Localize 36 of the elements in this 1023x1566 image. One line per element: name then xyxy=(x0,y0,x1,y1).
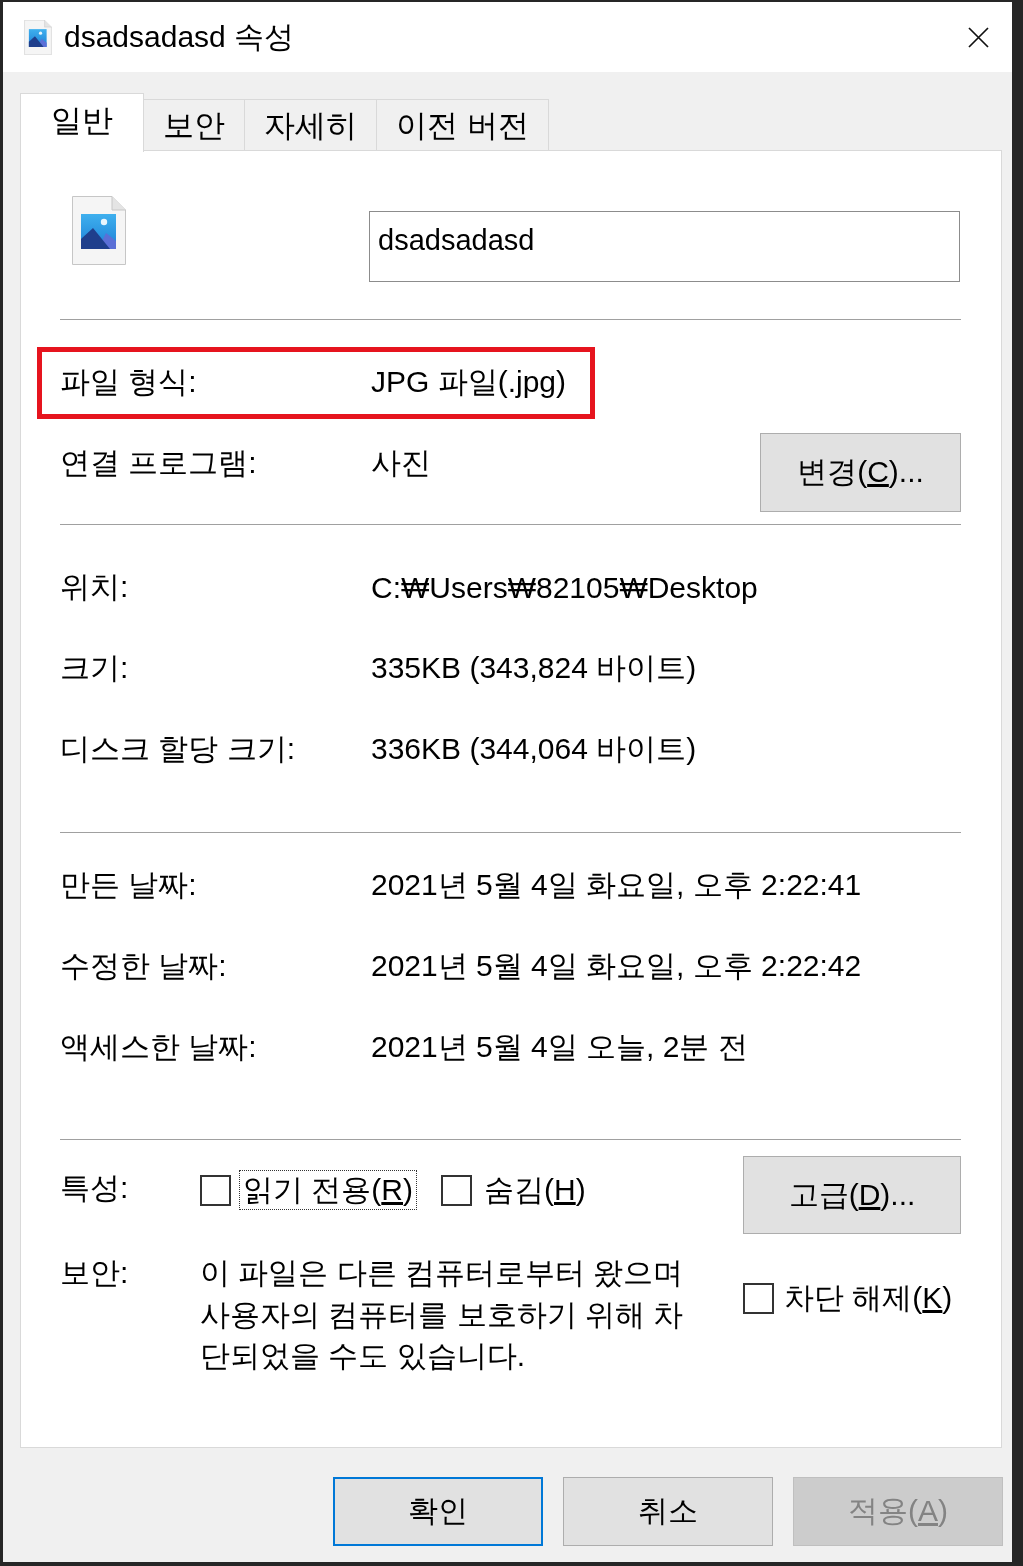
image-file-icon xyxy=(24,19,52,55)
field-value: C:₩Users₩82105₩Desktop xyxy=(371,570,758,605)
field-label: 크기: xyxy=(60,650,130,686)
field-label: 만든 날짜: xyxy=(60,867,198,903)
field-label: 액세스한 날짜: xyxy=(60,1029,258,1065)
checkbox[interactable] xyxy=(441,1174,472,1206)
security-note: 이 파일은 다른 컴퓨터로부터 왔으며 사용자의 컴퓨터를 보호하기 위해 차단되었을 수도 있습니다. xyxy=(200,1255,685,1374)
tab[interactable]: 일반 xyxy=(20,93,144,152)
field-value: 2021년 5월 4일 화요일, 오후 2:22:41 xyxy=(371,867,862,903)
field-label: 위치: xyxy=(60,569,130,605)
checkbox-label[interactable]: 읽기 전용(R) xyxy=(239,1170,417,1210)
field-label: 디스크 할당 크기: xyxy=(60,731,296,767)
field-value: JPG 파일(.jpg) xyxy=(371,364,567,400)
field-label: 파일 형식: xyxy=(60,364,198,400)
checkbox-label[interactable]: 차단 해제(K) xyxy=(780,1278,957,1318)
field-label: 보안: xyxy=(60,1255,130,1291)
checkbox-label[interactable]: 숨김(H) xyxy=(480,1170,590,1210)
checkbox[interactable] xyxy=(200,1174,231,1206)
image-file-icon xyxy=(72,196,126,265)
change-button[interactable]: 변경(C)... xyxy=(760,433,961,512)
dialog-button[interactable]: 확인 xyxy=(333,1477,543,1546)
field-label: 연결 프로그램: xyxy=(60,445,258,481)
field-value: 2021년 5월 4일 화요일, 오후 2:22:42 xyxy=(371,948,862,984)
field-value: 335KB (343,824 바이트) xyxy=(371,650,697,686)
field-value: 사진 xyxy=(371,445,431,481)
close-icon[interactable] xyxy=(968,26,989,48)
field-value: 336KB (344,064 바이트) xyxy=(371,731,697,767)
field-label: 수정한 날짜: xyxy=(60,948,228,984)
window-title: dsadsadasd 속성 xyxy=(64,18,295,55)
checkbox[interactable] xyxy=(743,1282,774,1314)
tab[interactable]: 이전 버전 xyxy=(376,99,549,150)
file-name-field[interactable]: dsadsadasd xyxy=(369,211,960,282)
dialog-button[interactable]: 취소 xyxy=(563,1477,773,1546)
field-value: 2021년 5월 4일 오늘, 2분 전 xyxy=(371,1029,748,1065)
advanced-button[interactable]: 고급(D)... xyxy=(743,1156,961,1234)
field-label: 특성: xyxy=(60,1170,130,1206)
